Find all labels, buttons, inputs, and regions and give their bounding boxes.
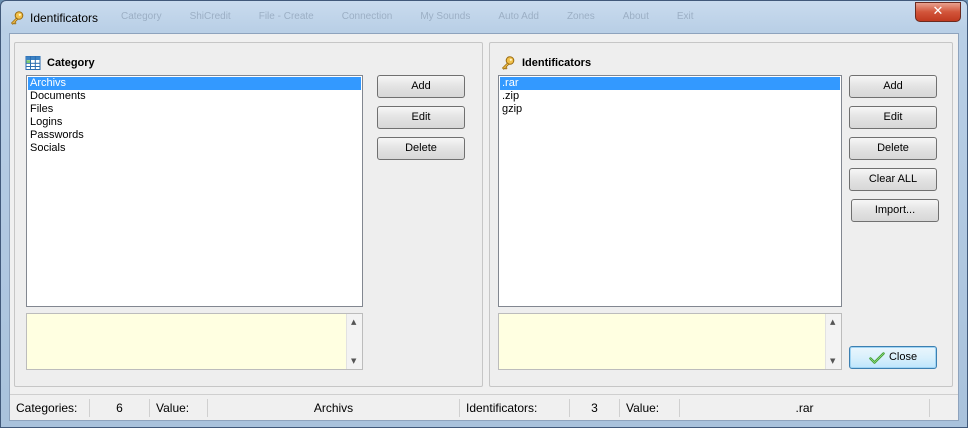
- scroll-down-icon[interactable]: ▼: [830, 357, 835, 365]
- identificators-edit-button[interactable]: Edit: [849, 106, 937, 129]
- categories-count: 6: [90, 398, 150, 417]
- category-title: Category: [47, 57, 95, 69]
- scroll-up-icon[interactable]: ▲: [351, 318, 356, 326]
- category-delete-button[interactable]: Delete: [377, 137, 465, 160]
- category-memo-scrollbar[interactable]: ▲ ▼: [346, 314, 362, 369]
- identificators-memo-scrollbar[interactable]: ▲ ▼: [825, 314, 841, 369]
- identificator-item-rar[interactable]: .rar: [500, 77, 840, 90]
- value-label: Value:: [620, 398, 680, 417]
- background-menu-item: Connection: [341, 11, 393, 22]
- category-add-button[interactable]: Add: [377, 75, 465, 98]
- background-menu-item: ShiCredit: [189, 11, 231, 22]
- background-menu-item: Zones: [566, 11, 595, 22]
- identificators-delete-button[interactable]: Delete: [849, 137, 937, 160]
- value-label: Value:: [150, 398, 208, 417]
- key-icon: [10, 11, 24, 25]
- window-close-button[interactable]: ✕: [915, 2, 961, 22]
- categories-label: Categories:: [10, 398, 90, 417]
- close-button-label: Close: [888, 351, 918, 363]
- clear-all-button[interactable]: Clear ALL: [849, 168, 937, 191]
- checkmark-icon: [869, 351, 885, 364]
- identificators-listbox[interactable]: .rar .zip gzip: [498, 75, 842, 307]
- window-title: Identificators: [30, 11, 99, 25]
- scroll-down-icon[interactable]: ▼: [351, 357, 356, 365]
- identificator-item-zip[interactable]: .zip: [500, 90, 840, 103]
- key-icon: [501, 56, 515, 70]
- identificator-item-gzip[interactable]: gzip: [500, 103, 840, 116]
- category-item-socials[interactable]: Socials: [28, 142, 361, 155]
- identificators-window: Identificators Category ShiCredit File - C…: [0, 0, 968, 428]
- title-bar[interactable]: Identificators Category ShiCredit File - C…: [1, 1, 967, 33]
- category-edit-button[interactable]: Edit: [377, 106, 465, 129]
- import-button[interactable]: Import...: [851, 199, 939, 222]
- category-item-archivs[interactable]: Archivs: [28, 77, 361, 90]
- background-menu-item: Exit: [676, 11, 694, 22]
- background-menu-item: Auto Add: [498, 11, 539, 22]
- background-menu-item: My Sounds: [420, 11, 471, 22]
- identificators-header: Identificators: [500, 54, 591, 72]
- dialog-client-area: Category Archivs Documents Files Logins …: [9, 33, 959, 421]
- category-listbox[interactable]: Archivs Documents Files Logins Passwords…: [26, 75, 363, 307]
- scroll-up-icon[interactable]: ▲: [830, 318, 835, 326]
- status-bar: Categories: 6 Value: Archivs Identificat…: [10, 394, 958, 420]
- identificator-value: .rar: [680, 398, 930, 417]
- background-menu-item: Category: [121, 11, 162, 22]
- identificators-count: 3: [570, 398, 620, 417]
- background-menu-ghost: Category ShiCredit File - Create Connection…: [121, 11, 722, 22]
- category-item-files[interactable]: Files: [28, 103, 361, 116]
- category-value: Archivs: [208, 398, 460, 417]
- identificators-title: Identificators: [522, 57, 592, 69]
- identificators-panel: Identificators .rar .zip gzip ▲ ▼ Add Ed…: [489, 42, 953, 387]
- category-item-documents[interactable]: Documents: [28, 90, 361, 103]
- background-menu-item: File - Create: [258, 11, 314, 22]
- identificators-label: Identificators:: [460, 398, 570, 417]
- category-panel: Category Archivs Documents Files Logins …: [14, 42, 483, 387]
- table-icon: [25, 56, 41, 70]
- close-button[interactable]: Close: [849, 346, 937, 369]
- category-item-passwords[interactable]: Passwords: [28, 129, 361, 142]
- identificators-memo[interactable]: ▲ ▼: [498, 313, 842, 370]
- category-header: Category: [25, 54, 95, 72]
- identificators-add-button[interactable]: Add: [849, 75, 937, 98]
- category-memo[interactable]: ▲ ▼: [26, 313, 363, 370]
- category-item-logins[interactable]: Logins: [28, 116, 361, 129]
- background-menu-item: About: [622, 11, 649, 22]
